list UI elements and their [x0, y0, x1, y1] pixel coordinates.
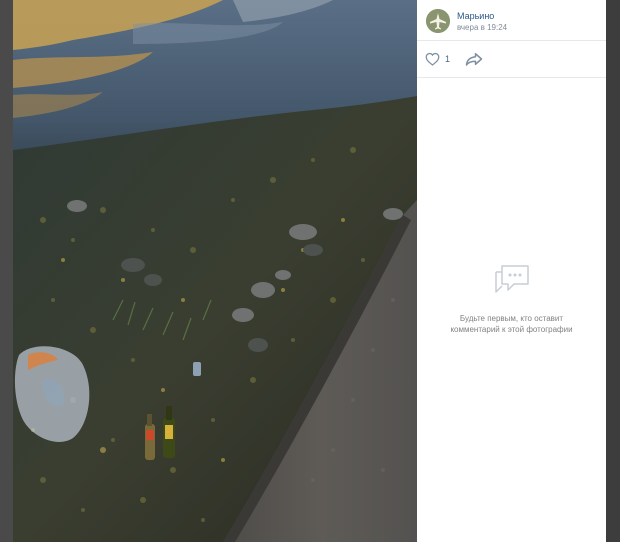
page-backdrop-right — [606, 0, 620, 542]
post-time[interactable]: вчера в 19:24 — [457, 23, 507, 32]
share-arrow-icon — [465, 53, 483, 66]
empty-comments-text: Будьте первым, кто оставит комментарий к… — [450, 314, 573, 334]
like-button[interactable]: 1 — [425, 51, 450, 67]
empty-comments: Будьте первым, кто оставит комментарий к… — [417, 262, 606, 335]
post-actions: 1 — [417, 41, 606, 78]
post-panel: Марьино вчера в 19:24 1 Будьте первым, к… — [417, 0, 606, 542]
photo-viewer: Марьино вчера в 19:24 1 Будьте первым, к… — [13, 0, 606, 542]
plane-logo-icon — [426, 9, 450, 33]
post-author: Марьино вчера в 19:24 — [417, 0, 606, 41]
author-name-link[interactable]: Марьино — [457, 11, 494, 21]
heart-icon — [425, 52, 440, 66]
comment-bubble-icon — [492, 262, 532, 298]
share-button[interactable] — [465, 51, 483, 67]
photo-image — [13, 0, 417, 542]
photo[interactable] — [13, 0, 417, 542]
page-backdrop-left — [0, 0, 13, 542]
likes-count: 1 — [445, 54, 451, 64]
avatar[interactable] — [426, 9, 450, 33]
